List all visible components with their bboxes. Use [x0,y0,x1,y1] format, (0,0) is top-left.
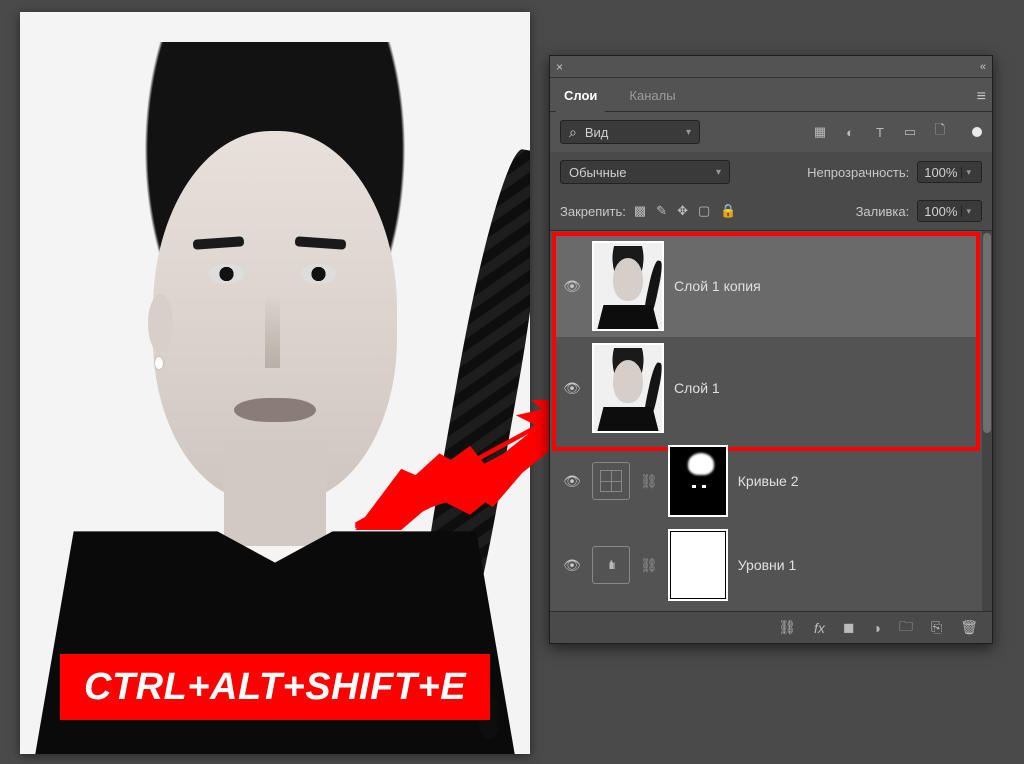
tab-layers[interactable]: Слои [556,82,605,111]
layer-thumbnail[interactable] [592,241,664,331]
visibility-toggle[interactable]: 👁 [562,473,582,490]
lock-artboard-icon[interactable]: ▢ [698,203,710,219]
chevron-down-icon[interactable]: ▾ [961,206,975,217]
lock-label: Закрепить: [560,204,626,219]
levels-icon: ıllıı [608,558,613,572]
opacity-label: Непрозрачность: [807,165,909,180]
visibility-toggle[interactable]: 👁 [562,380,582,397]
link-icon[interactable]: ⛓ [640,557,658,574]
filter-pixel-icon[interactable]: ▦ [812,124,828,140]
layers-panel: × « Слои Каналы ≡ Вид ▾ ▦ ◐ T ▭ 🗋 Обычны… [549,55,993,644]
layer-row[interactable]: 👁 Слой 1 копия [554,235,980,337]
filter-smart-icon[interactable]: 🗋 [932,124,948,140]
layer-name[interactable]: Уровни 1 [738,557,797,573]
filter-shape-icon[interactable]: ▭ [902,124,918,140]
panel-titlebar[interactable]: × « [550,56,992,78]
panel-footer: ⛓ fx ◼ ◑ 🗀 ⎘ 🗑 [550,611,992,643]
filter-toggle[interactable] [972,127,982,137]
add-mask-icon[interactable]: ◼ [843,619,855,636]
filter-type-icon[interactable]: T [872,124,888,140]
layer-filter-row: Вид ▾ ▦ ◐ T ▭ 🗋 [550,112,992,152]
fill-value: 100% [924,204,957,219]
blend-row: Обычные ▾ Непрозрачность: 100% ▾ [550,152,992,192]
layer-row[interactable]: 👁 ⛓ Кривые 2 [554,439,980,523]
curves-icon [600,470,622,492]
new-group-icon[interactable]: 🗀 [899,616,913,640]
layers-list: 👁 Слой 1 копия 👁 Слой 1 👁 ⛓ Кри [550,231,992,611]
layer-row[interactable]: 👁 Слой 1 [554,337,980,439]
fx-icon[interactable]: fx [814,620,825,636]
panel-tabs: Слои Каналы ≡ [550,78,992,112]
tab-channels[interactable]: Каналы [621,82,683,111]
collapse-icon[interactable]: « [980,61,986,73]
layer-mask-thumbnail[interactable] [668,445,728,517]
delete-layer-icon[interactable]: 🗑 [960,619,978,636]
fill-input[interactable]: 100% ▾ [917,200,982,222]
adjustment-icon[interactable]: ıllıı [592,546,630,584]
opacity-input[interactable]: 100% ▾ [917,161,982,183]
visibility-toggle[interactable]: 👁 [562,557,582,574]
visibility-toggle[interactable]: 👁 [562,278,582,295]
blend-mode-dropdown[interactable]: Обычные ▾ [560,160,730,184]
lock-transparent-icon[interactable]: ▩ [634,203,646,219]
shortcut-callout: CTRL+ALT+SHIFT+E [60,654,490,720]
lock-position-icon[interactable]: ✥ [677,203,688,219]
fill-label: Заливка: [856,204,910,219]
lock-paint-icon[interactable]: ✎ [656,203,667,219]
layer-row[interactable]: 👁 ıllıı ⛓ Уровни 1 [554,523,980,607]
document-canvas[interactable]: CTRL+ALT+SHIFT+E [20,12,530,754]
scrollbar[interactable] [982,231,992,611]
link-icon[interactable]: ⛓ [640,473,658,490]
lock-all-icon[interactable]: 🔒 [720,203,736,219]
lock-row: Закрепить: ▩ ✎ ✥ ▢ 🔒 Заливка: 100% ▾ [550,192,992,231]
layer-name[interactable]: Слой 1 копия [674,278,761,294]
layer-name[interactable]: Кривые 2 [738,473,799,489]
chevron-down-icon: ▾ [686,127,691,138]
adjustment-icon[interactable] [592,462,630,500]
chevron-down-icon[interactable]: ▾ [961,167,975,178]
filter-adjust-icon[interactable]: ◐ [842,124,858,140]
filter-kind-label: Вид [585,125,609,140]
panel-menu-icon[interactable]: ≡ [977,88,986,106]
blend-mode-value: Обычные [569,165,626,180]
close-icon[interactable]: × [556,60,563,74]
layer-name[interactable]: Слой 1 [674,380,720,396]
new-layer-icon[interactable]: ⎘ [931,619,942,636]
new-adjustment-icon[interactable]: ◑ [873,620,881,636]
link-layers-icon[interactable]: ⛓ [778,619,796,636]
filter-kind-dropdown[interactable]: Вид ▾ [560,120,700,144]
chevron-down-icon: ▾ [716,167,721,178]
scrollbar-thumb[interactable] [983,233,991,433]
layer-mask-thumbnail[interactable] [668,529,728,601]
layer-thumbnail[interactable] [592,343,664,433]
opacity-value: 100% [924,165,957,180]
portrait-image [20,12,530,754]
search-icon [569,124,577,141]
